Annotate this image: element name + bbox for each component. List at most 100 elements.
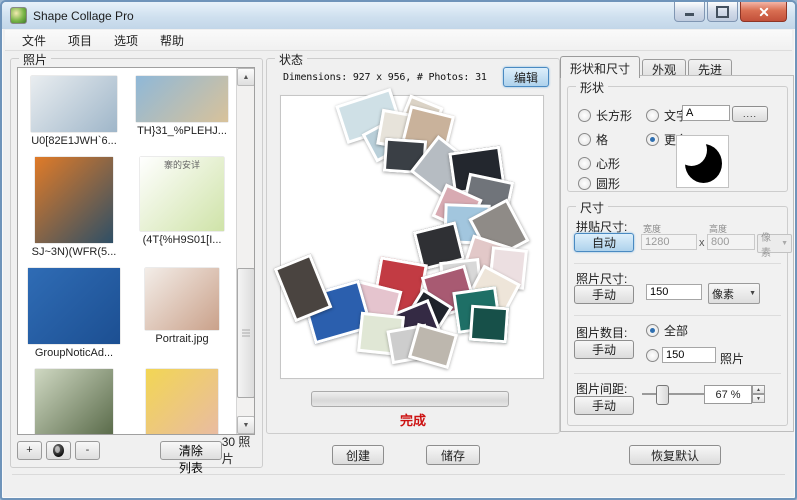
photos-panel: 照片 U0[82E1JWH`6...TH}31_%PLEHJ...SJ~3N)(… (10, 58, 263, 468)
photo-count-manual-button[interactable]: 手动 (574, 340, 634, 359)
save-button[interactable]: 储存 (426, 445, 480, 465)
photo-size-unit-dropdown[interactable]: 像素▼ (708, 283, 760, 304)
spacing-spinner[interactable]: ▲ ▼ (752, 385, 765, 403)
edit-button[interactable]: 编辑 (503, 67, 549, 87)
photo-count-input[interactable] (662, 347, 716, 363)
minimize-button[interactable] (674, 2, 705, 22)
dropdown-arrow-icon: ▼ (749, 290, 756, 297)
shape-option-heart[interactable]: 心形 (578, 155, 620, 172)
app-icon (10, 7, 27, 24)
maximize-button[interactable] (707, 2, 738, 22)
photo-thumbnail (136, 76, 228, 122)
restore-defaults-button[interactable]: 恢复默认 (629, 445, 721, 465)
menu-item-help[interactable]: 帮助 (149, 30, 195, 51)
bottom-separator (12, 474, 785, 475)
collage-photo-tile (469, 305, 509, 344)
collage-size-auto-button[interactable]: 自动 (574, 233, 634, 252)
shape-option-rectangle[interactable]: 长方形 (578, 107, 632, 124)
spacing-value[interactable]: 67 % (704, 385, 752, 404)
menu-item-file[interactable]: 文件 (11, 30, 57, 51)
photo-item[interactable]: 寨的安详 (4T{%H9S01[I... (130, 157, 234, 258)
shape-size-tab-panel: 形状 长方形 格 心形 圆形 文字 .... 更多 (560, 75, 794, 432)
radio-icon (646, 109, 659, 122)
tab-shape-and-size[interactable]: 形状和尺寸 (560, 56, 640, 78)
photo-count-suffix: 照片 (720, 350, 744, 367)
maximize-icon (716, 6, 729, 18)
photo-count-all-option[interactable]: 全部 (646, 322, 688, 339)
photo-thumbnail (28, 268, 120, 344)
photo-filename: GroupNoticAd... (35, 347, 113, 359)
add-photos-button[interactable]: + (17, 441, 42, 460)
menu-item-project[interactable]: 项目 (57, 30, 103, 51)
collage-preview[interactable] (280, 95, 544, 379)
photo-count-setting-label: 图片数目: (576, 324, 627, 341)
shape-group: 形状 长方形 格 心形 圆形 文字 .... 更多 (567, 86, 788, 192)
photo-size-input[interactable] (646, 284, 702, 300)
photo-count-label: 30 照片 (222, 433, 252, 467)
photos-panel-title: 照片 (19, 51, 51, 68)
photo-item[interactable]: U0[82E1JWH`6... (22, 76, 126, 147)
spinner-up-icon[interactable]: ▲ (752, 385, 765, 394)
radio-icon (578, 177, 591, 190)
shape-option-grid[interactable]: 格 (578, 131, 608, 148)
photo-thumbnail (146, 369, 218, 435)
thumbnail-caption: 寨的安详 (140, 158, 224, 171)
photo-filename: Portrait.jpg (155, 333, 208, 345)
radio-selected-icon (646, 324, 659, 337)
photo-item[interactable]: SJ~3N)(WFR(5... (22, 157, 126, 258)
menu-item-options[interactable]: 选项 (103, 30, 149, 51)
scroll-up-icon[interactable]: ▲ (237, 68, 255, 86)
collage-height-input (707, 234, 755, 250)
photo-item[interactable]: TH}31_%PLEHJ... (130, 76, 234, 147)
menu-bar: 文件 项目 选项 帮助 (5, 30, 792, 51)
photo-filename: SJ~3N)(WFR(5... (32, 246, 117, 258)
status-panel: 状态 Dimensions: 927 x 956, # Photos: 31 编… (266, 58, 560, 434)
photo-list-scrollbar[interactable]: ▲ ▼ (236, 68, 254, 434)
close-button[interactable] (740, 2, 787, 22)
photo-list[interactable]: U0[82E1JWH`6... TH}31_%PLEHJ... SJ~3N)(WFR… (17, 67, 255, 435)
scroll-down-icon[interactable]: ▼ (237, 416, 255, 434)
photo-grid: U0[82E1JWH`6... TH}31_%PLEHJ... SJ~3N)(WFR… (20, 70, 236, 432)
create-button[interactable]: 创建 (332, 445, 384, 465)
photo-size-manual-button[interactable]: 手动 (574, 285, 634, 304)
photo-thumbnail: 寨的安详 (140, 157, 224, 231)
radio-selected-icon (646, 133, 659, 146)
shape-text-input[interactable] (682, 105, 730, 121)
photo-filename: (4T{%H9S01[I... (143, 234, 222, 246)
photo-item[interactable]: GroupNoticAd... (22, 268, 126, 359)
app-window: Shape Collage Pro 文件 项目 选项 帮助 照片 U0[82E1… (0, 0, 797, 500)
web-photos-button[interactable] (46, 441, 71, 460)
radio-icon (646, 349, 659, 362)
window-title: Shape Collage Pro (33, 9, 134, 23)
dimensions-text: Dimensions: 927 x 956, # Photos: 31 (283, 72, 487, 83)
progress-bar (311, 391, 509, 407)
status-panel-title: 状态 (275, 51, 307, 68)
radio-icon (578, 157, 591, 170)
collage-image (281, 96, 543, 378)
radio-icon (578, 109, 591, 122)
photo-thumbnail (35, 369, 113, 435)
collage-size-unit-dropdown: 像素▼ (757, 234, 792, 253)
remove-photo-button[interactable]: - (75, 441, 100, 460)
clear-list-button[interactable]: 清除列表 (160, 441, 222, 460)
scrollbar-thumb[interactable] (237, 268, 255, 398)
titlebar[interactable]: Shape Collage Pro (2, 2, 795, 29)
photo-item[interactable]: Portrait.jpg (130, 268, 234, 359)
spinner-down-icon[interactable]: ▼ (752, 394, 765, 403)
photo-item[interactable]: ~X}D42SJG})T... (130, 369, 234, 435)
photo-thumbnail (31, 76, 117, 132)
slider-thumb[interactable] (656, 385, 669, 405)
spacing-label: 图片间距: (576, 380, 627, 397)
radio-icon (578, 133, 591, 146)
collage-photo-tile (408, 323, 458, 369)
photo-filename: TH}31_%PLEHJ... (137, 125, 227, 137)
shape-option-circle[interactable]: 圆形 (578, 175, 620, 192)
photo-item[interactable]: %JG9L1T@)Y$V... (22, 369, 126, 435)
dropdown-arrow-icon: ▼ (781, 240, 788, 247)
dimension-x-separator: x (699, 237, 705, 249)
photo-thumbnail (35, 157, 113, 243)
shape-group-title: 形状 (576, 79, 608, 96)
spacing-manual-button[interactable]: 手动 (574, 396, 634, 415)
custom-shape-thumbnail[interactable] (676, 135, 729, 188)
browse-shape-button[interactable]: .... (732, 106, 768, 122)
